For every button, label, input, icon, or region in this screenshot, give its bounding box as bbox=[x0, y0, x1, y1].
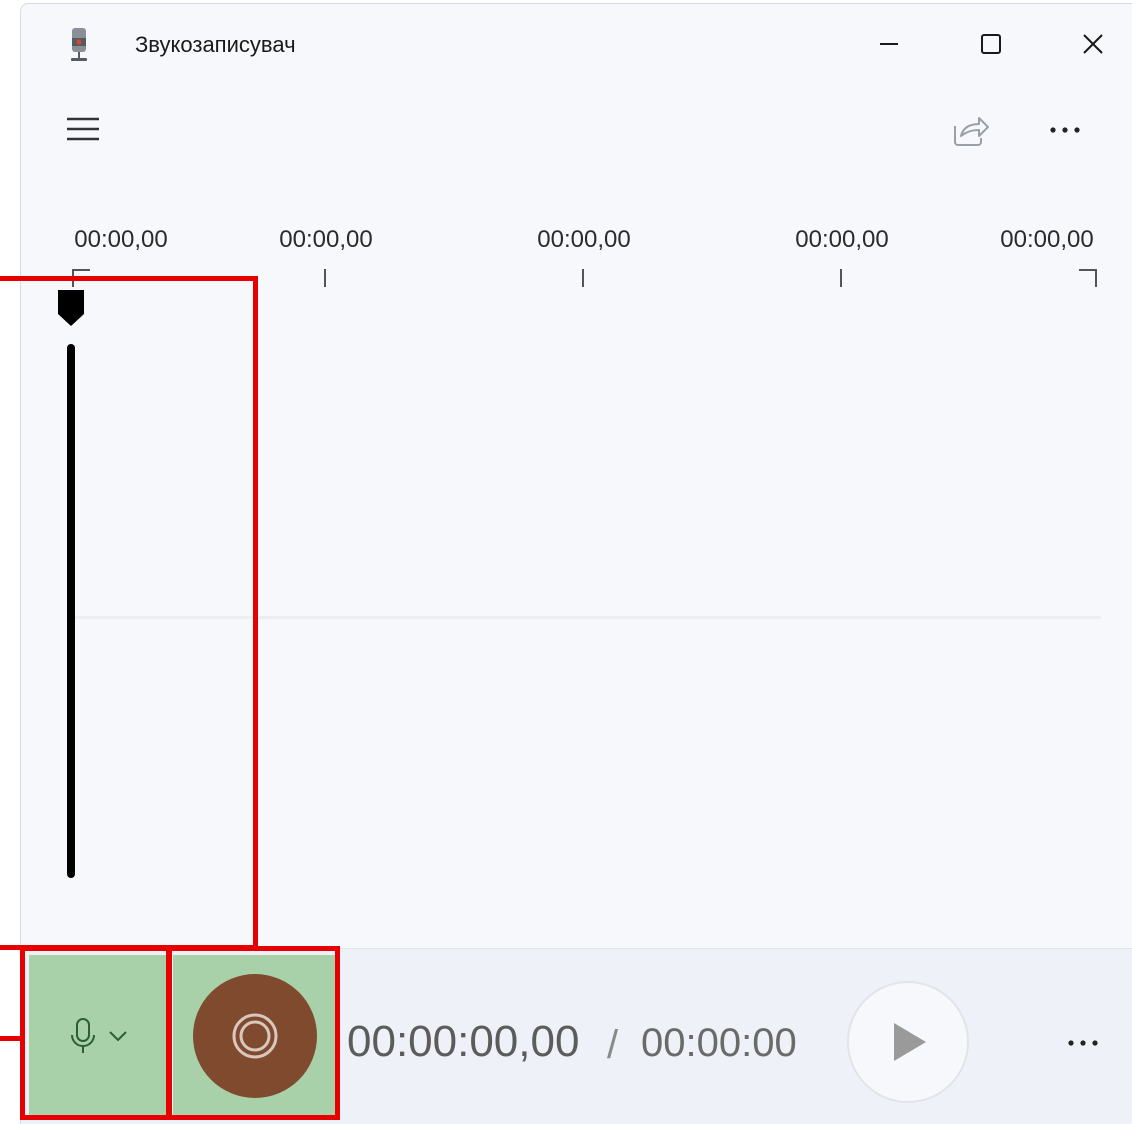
timeline-tick-label: 00:00,00 bbox=[1000, 226, 1094, 253]
time-separator: / bbox=[607, 1023, 619, 1067]
minimize-button[interactable] bbox=[859, 18, 919, 70]
microphone-app-icon bbox=[71, 28, 87, 61]
close-icon bbox=[1083, 34, 1103, 54]
timeline-tick-label: 00:00,00 bbox=[795, 226, 889, 253]
more-icon bbox=[1050, 127, 1080, 133]
timeline-tick-label: 00:00,00 bbox=[279, 226, 373, 253]
chevron-down-icon bbox=[109, 1031, 127, 1042]
waveform-baseline bbox=[75, 616, 1101, 619]
maximize-button[interactable] bbox=[961, 18, 1021, 70]
app-window: Звукозаписувач 00:00,00 00:00,00 00:00,0… bbox=[20, 3, 1132, 1124]
timeline-start-marker bbox=[72, 269, 90, 287]
more-options-button[interactable] bbox=[1043, 108, 1087, 152]
timeline-tick-label: 00:00,00 bbox=[74, 226, 168, 253]
playhead-handle[interactable] bbox=[56, 288, 86, 328]
more-icon bbox=[1068, 1040, 1098, 1046]
timeline-tick bbox=[840, 269, 842, 287]
record-icon bbox=[232, 1013, 278, 1059]
play-icon bbox=[894, 1023, 926, 1061]
minimize-icon bbox=[880, 43, 898, 45]
transport-bar: 00:00:00,00 / 00:00:00 bbox=[21, 948, 1132, 1124]
close-button[interactable] bbox=[1063, 18, 1123, 70]
window-title: Звукозаписувач bbox=[135, 32, 296, 57]
record-button-area bbox=[173, 955, 337, 1117]
microphone-icon bbox=[71, 1018, 95, 1053]
share-button[interactable] bbox=[947, 108, 991, 152]
playhead-line bbox=[67, 344, 75, 878]
share-icon bbox=[954, 117, 989, 146]
menu-button[interactable] bbox=[63, 110, 103, 150]
hamburger-menu-icon bbox=[67, 117, 99, 141]
timeline-end-marker bbox=[1079, 269, 1097, 287]
current-time: 00:00:00,00 bbox=[347, 1017, 580, 1066]
timeline-tick-label: 00:00,00 bbox=[537, 226, 631, 253]
timeline-tick bbox=[324, 269, 326, 287]
timeline-tick bbox=[582, 269, 584, 287]
microphone-select-button[interactable] bbox=[29, 955, 167, 1117]
title-bar: Звукозаписувач bbox=[21, 4, 1132, 84]
maximize-icon bbox=[981, 34, 1001, 54]
more-options-button-bottom[interactable] bbox=[1061, 1021, 1105, 1065]
record-button[interactable] bbox=[193, 974, 317, 1098]
total-time: 00:00:00 bbox=[641, 1021, 797, 1065]
play-button[interactable] bbox=[847, 981, 969, 1103]
